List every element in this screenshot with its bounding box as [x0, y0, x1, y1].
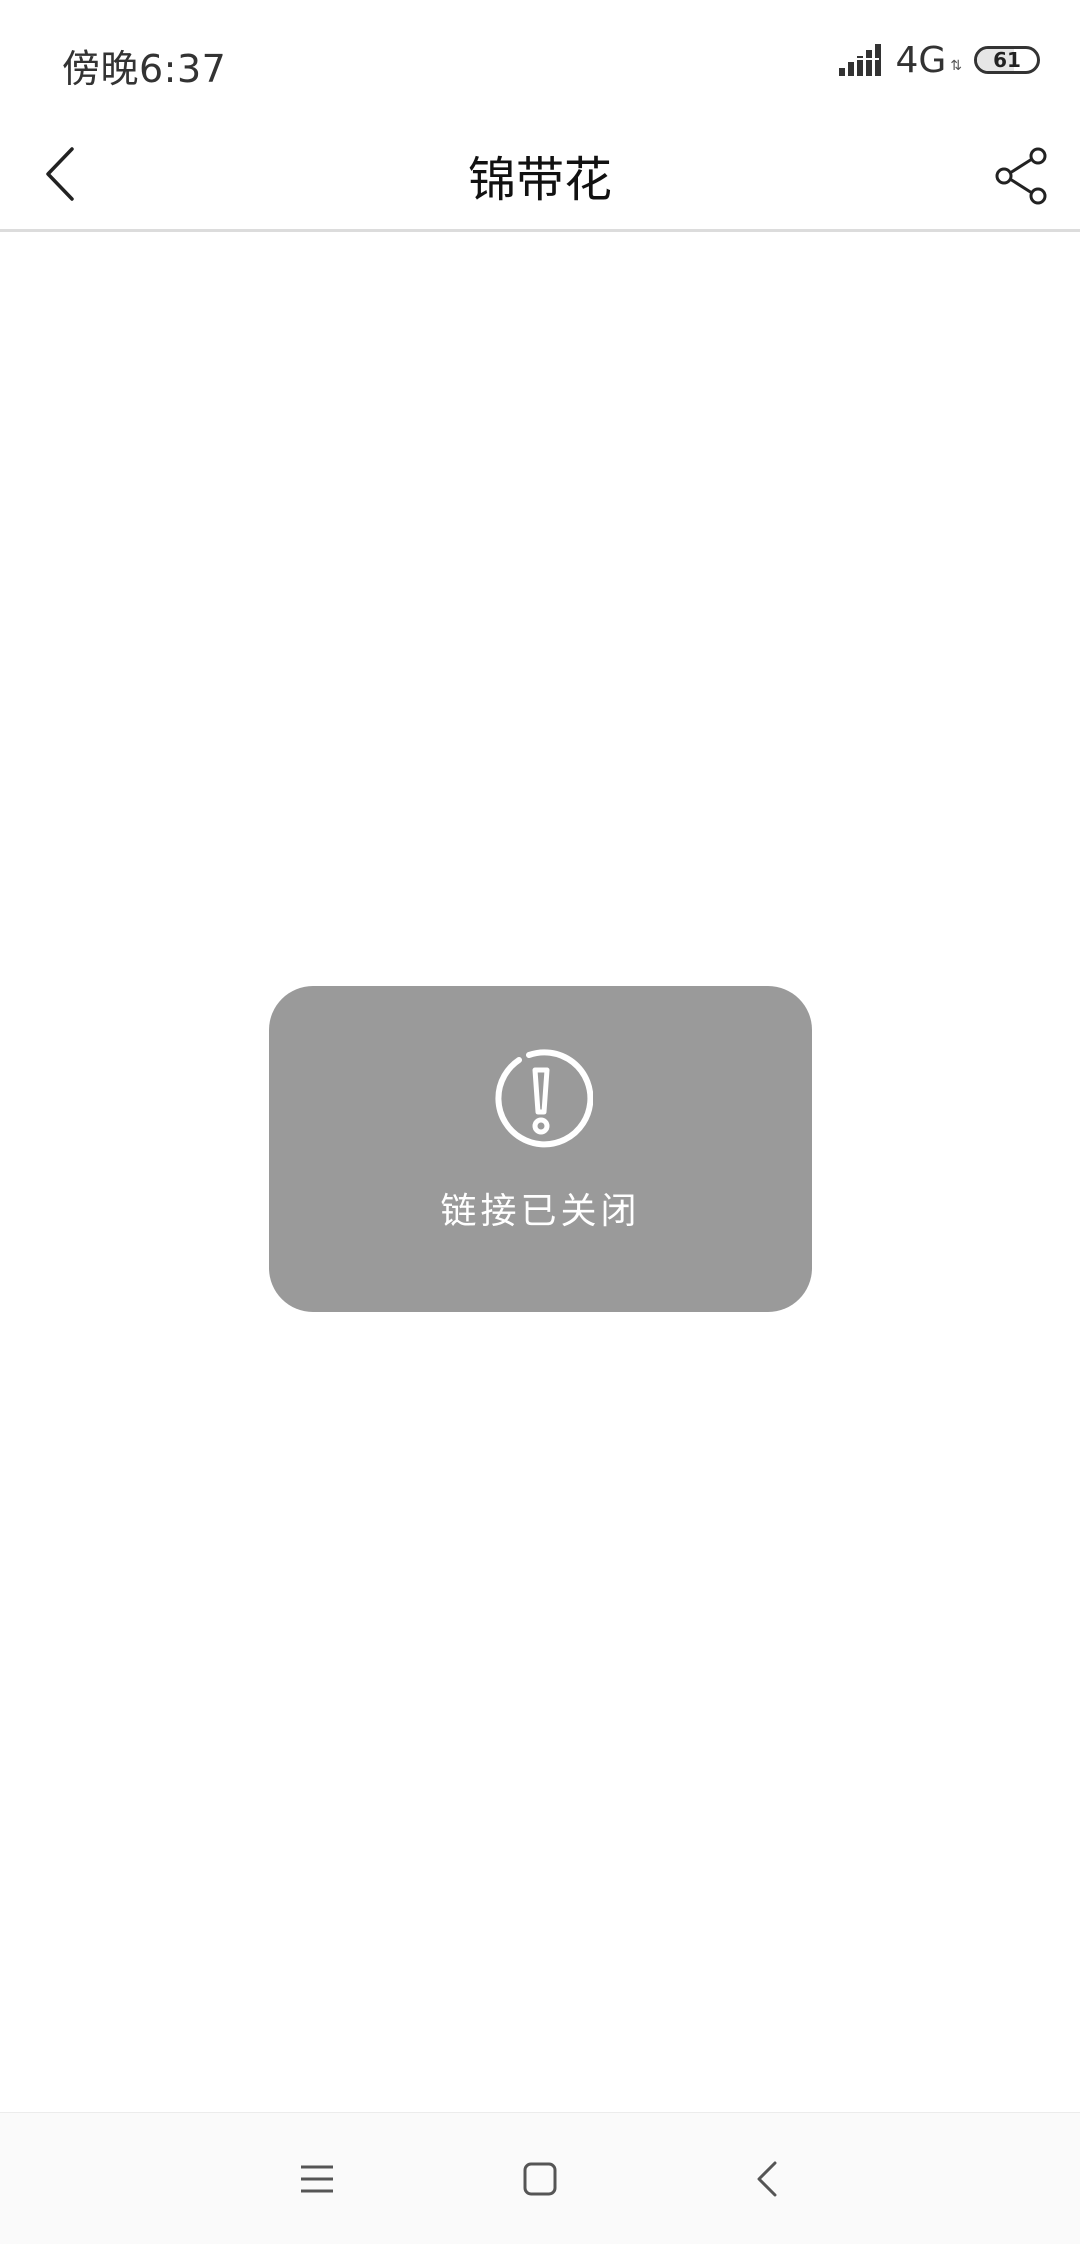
data-arrows-icon: ⇅ [950, 58, 962, 74]
status-time: 傍晚6:37 [62, 47, 227, 91]
nav-home-button[interactable] [504, 2143, 576, 2215]
share-button[interactable] [986, 140, 1058, 212]
menu-icon [301, 2165, 333, 2193]
toast-message: 链接已关闭 [440, 1191, 641, 1232]
status-bar: 傍晚6:37 4G ⇅ 61 [0, 0, 1080, 118]
nav-back-button[interactable] [731, 2143, 803, 2215]
status-indicators: 4G ⇅ 61 [839, 38, 1040, 82]
battery-icon: 61 [974, 46, 1040, 74]
back-chevron-icon [757, 2161, 777, 2197]
page: 傍晚6:37 4G ⇅ 61 锦带花 链接已关闭 [0, 0, 1080, 2244]
link-closed-toast: 链接已关闭 [269, 986, 812, 1312]
system-nav-bar [0, 2112, 1080, 2244]
network-label: 4G [895, 39, 947, 81]
signal-icon [839, 44, 882, 76]
share-icon [995, 147, 1047, 205]
alert-circle-icon [495, 1049, 593, 1148]
nav-menu-button[interactable] [281, 2143, 353, 2215]
header: 锦带花 [0, 118, 1080, 232]
battery-level: 61 [993, 48, 1021, 72]
network-type: 4G ⇅ [895, 40, 962, 81]
home-square-icon [523, 2162, 557, 2196]
page-title: 锦带花 [467, 152, 612, 208]
